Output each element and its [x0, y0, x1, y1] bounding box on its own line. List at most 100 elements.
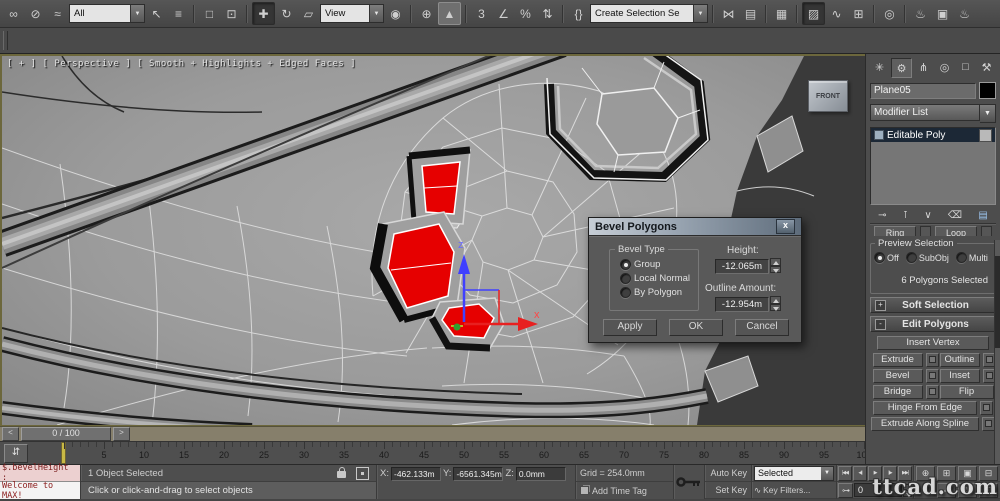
object-name-field[interactable]: Plane05 [870, 82, 976, 99]
preview-subobj-radio[interactable] [905, 252, 917, 263]
absolute-mode-icon[interactable] [356, 466, 369, 480]
expand-icon[interactable]: + [875, 299, 886, 311]
mirror-icon[interactable]: ⋈ [718, 3, 739, 24]
viewport-label[interactable]: [ + ] [ Perspective ] [ Smooth + Highlig… [7, 59, 356, 69]
key-filters-button[interactable]: Key Filters... [763, 485, 810, 495]
select-and-scale-icon[interactable]: ▱ [298, 3, 319, 24]
prev-frame-button[interactable]: ◀| [853, 465, 867, 481]
time-slider-handle[interactable]: 0 / 100 [21, 427, 111, 442]
apply-button[interactable]: Apply [603, 319, 657, 336]
utilities-tab-icon[interactable]: ⚒ [977, 58, 996, 76]
prev-frame-arrow[interactable]: < [2, 427, 19, 442]
inset-button[interactable]: Inset [939, 369, 980, 383]
auto-key-button[interactable]: Auto Key [705, 465, 751, 482]
bind-to-space-warp-icon[interactable]: ≈ [47, 3, 68, 24]
remove-modifier-icon[interactable]: ⌫ [948, 210, 962, 221]
dialog-titlebar[interactable]: Bevel Polygons x [589, 218, 801, 236]
select-and-manipulate-icon[interactable]: ⊕ [416, 3, 437, 24]
view-cube[interactable]: FRONT [808, 80, 848, 112]
goto-start-button[interactable]: |◀◀ [838, 465, 852, 481]
chevron-down-icon[interactable]: ▼ [980, 104, 996, 123]
schematic-view-icon[interactable]: ⊞ [848, 3, 869, 24]
z-coordinate-field[interactable]: 0.0mm [515, 466, 566, 481]
outline-button[interactable]: Outline [939, 353, 980, 367]
x-coordinate-field[interactable]: -462.133m [390, 466, 441, 481]
hinge-from-edge-button[interactable]: Hinge From Edge [873, 401, 977, 415]
pin-stack-icon[interactable]: ⊸ [878, 210, 886, 221]
stack-item-editable-poly[interactable]: Editable Poly [871, 128, 995, 142]
unlink-selection-icon[interactable]: ⊘ [25, 3, 46, 24]
insert-vertex-button[interactable]: Insert Vertex [877, 336, 989, 350]
select-by-name-icon[interactable]: ≡ [168, 3, 189, 24]
bevel-button[interactable]: Bevel [872, 369, 923, 383]
selection-filter-dropdown[interactable]: All ▼ [69, 4, 145, 23]
percent-snap-icon[interactable]: % [515, 3, 536, 24]
time-slider-bar[interactable]: < 0 / 100 > [0, 426, 865, 442]
loop-button[interactable]: Loop [935, 226, 977, 236]
hinge-settings-button[interactable] [980, 401, 993, 415]
track-bar[interactable]: ⇵ 5 10 15 20 25 30 35 40 45 50 55 60 65 70 75 80 85 90 95 1… [0, 441, 865, 464]
angle-snap-icon[interactable]: ∠ [493, 3, 514, 24]
selection-set-key-dropdown[interactable]: Selected ▼ [754, 465, 834, 481]
set-keys-button[interactable] [674, 465, 705, 499]
chevron-down-icon[interactable]: ▼ [369, 5, 383, 22]
modify-tab-icon[interactable]: ⚙ [891, 58, 912, 78]
chevron-down-icon[interactable]: ▼ [693, 5, 707, 22]
height-spinner[interactable] [770, 258, 781, 273]
ok-button[interactable]: OK [669, 319, 723, 336]
use-pivot-center-icon[interactable]: ◉ [385, 3, 406, 24]
edit-polygons-rollout[interactable]: - Edit Polygons [870, 316, 996, 332]
object-color-swatch[interactable] [979, 82, 996, 99]
select-and-move-icon[interactable]: ✚ [252, 2, 275, 25]
curve-editor-icon[interactable]: ∿ [826, 3, 847, 24]
key-mode-toggle[interactable]: ⊶ [838, 482, 853, 498]
show-end-result-icon[interactable]: ⊺ [903, 210, 908, 221]
extrude-settings-button[interactable] [925, 353, 939, 367]
configure-modifier-sets-icon[interactable]: ▤ [978, 210, 987, 221]
graphite-ribbon-icon[interactable]: ▨ [802, 2, 825, 25]
set-key-button[interactable]: Set Key [705, 482, 751, 499]
close-icon[interactable]: x [776, 219, 795, 234]
outline-spinner[interactable] [770, 296, 781, 311]
make-unique-icon[interactable]: ∨ [924, 210, 931, 221]
modifier-stack[interactable]: Editable Poly [870, 127, 996, 205]
named-selection-sets-icon[interactable]: {} [568, 3, 589, 24]
select-object-icon[interactable]: ↖ [146, 3, 167, 24]
motion-tab-icon[interactable]: ◎ [935, 58, 954, 76]
maxscript-mini-listener[interactable]: $.bevelHeight : Welcome to MAX! [0, 463, 81, 501]
extrude-button[interactable]: Extrude [872, 353, 923, 367]
panel-scrollbar[interactable] [994, 240, 1000, 464]
selection-lock-icon[interactable] [337, 466, 346, 478]
rectangular-selection-icon[interactable]: □ [199, 3, 220, 24]
hierarchy-tab-icon[interactable]: ⋔ [914, 58, 933, 76]
extrude-along-spline-button[interactable]: Extrude Along Spline [871, 417, 979, 431]
collapse-icon[interactable]: - [875, 318, 886, 330]
bevel-type-group-radio[interactable] [620, 259, 631, 270]
align-icon[interactable]: ▤ [740, 3, 761, 24]
render-setup-icon[interactable]: ♨ [910, 3, 931, 24]
next-frame-arrow[interactable]: > [113, 427, 130, 442]
bevel-type-by-polygon-radio[interactable] [620, 287, 631, 298]
bevel-type-local-normal-radio[interactable] [620, 273, 631, 284]
named-selection-dropdown[interactable]: Create Selection Se ▼ [590, 4, 708, 23]
bridge-button[interactable]: Bridge [872, 385, 923, 399]
modifier-list-dropdown[interactable]: Modifier List [870, 104, 980, 121]
spinner-snap-icon[interactable]: ⇅ [537, 3, 558, 24]
stack-visibility-icon[interactable] [979, 128, 992, 142]
outline-amount-field[interactable]: -12.954m [715, 297, 769, 312]
listener-line-1[interactable]: $.bevelHeight : [0, 463, 80, 483]
select-and-link-icon[interactable]: ∞ [3, 3, 24, 24]
render-production-icon[interactable]: ♨ [954, 3, 975, 24]
preview-multi-radio[interactable] [955, 252, 967, 263]
bridge-settings-button[interactable] [925, 385, 939, 399]
loop-spinner[interactable] [981, 226, 992, 236]
soft-selection-rollout[interactable]: + Soft Selection [870, 297, 996, 313]
material-editor-icon[interactable]: ◎ [879, 3, 900, 24]
height-field[interactable]: -12.065m [715, 259, 769, 274]
reference-coordinate-dropdown[interactable]: View ▼ [320, 4, 384, 23]
keyboard-override-icon[interactable]: ▲ [438, 2, 461, 25]
select-and-rotate-icon[interactable]: ↻ [276, 3, 297, 24]
cancel-button[interactable]: Cancel [735, 319, 789, 336]
listener-line-2[interactable]: Welcome to MAX! [0, 481, 80, 501]
chevron-down-icon[interactable]: ▼ [130, 5, 144, 22]
